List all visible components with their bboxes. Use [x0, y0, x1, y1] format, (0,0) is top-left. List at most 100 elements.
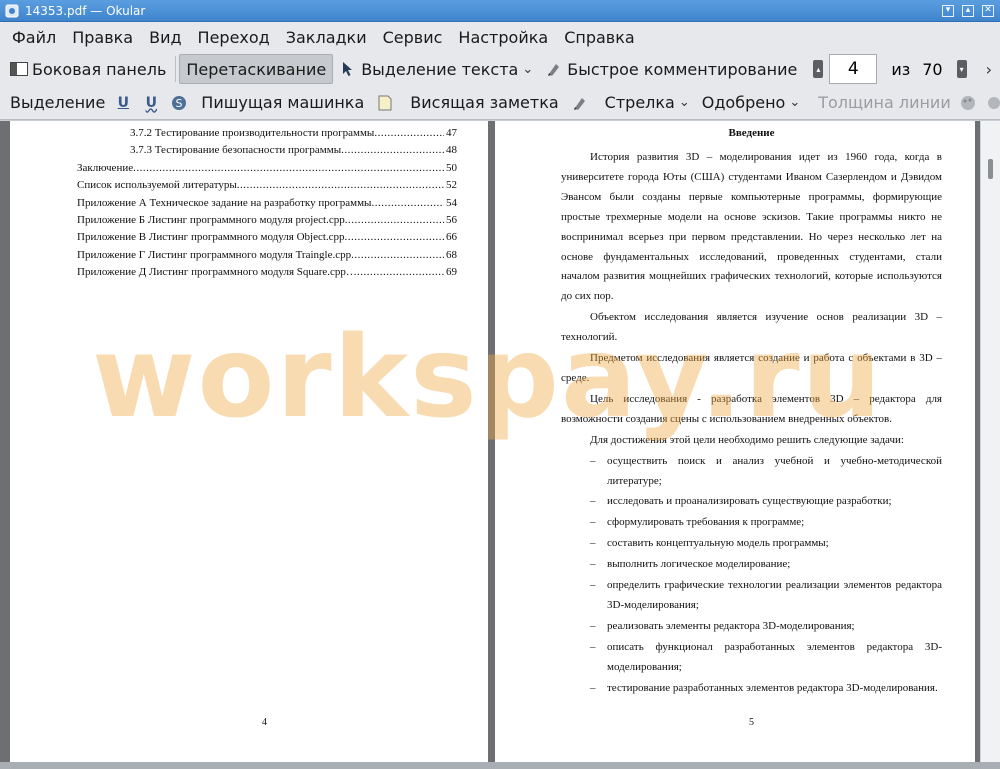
maximize-button[interactable]: ▴ — [962, 4, 974, 17]
task-list-item: – исследовать и проанализировать существу… — [561, 492, 942, 512]
task-list-item: – осуществить поиск и анализ учебной и уч… — [561, 452, 942, 492]
title-bar: 14353.pdf — Okular ▾ ▴ ✕ — [0, 0, 1000, 22]
menu-file[interactable]: Файл — [4, 24, 64, 51]
line-width-button[interactable]: Толщина линии — [812, 88, 957, 118]
toc-entry-title: Приложение Д Листинг программного модуля… — [77, 266, 357, 279]
task-list-item: – составить концептуальную модель програм… — [561, 534, 942, 554]
menu-go[interactable]: Переход — [190, 24, 278, 51]
color-button[interactable] — [957, 88, 983, 118]
list-dash: – — [590, 454, 596, 467]
sidebar-icon — [10, 60, 28, 78]
toc-entry-page: 50 — [446, 161, 457, 174]
task-text: определить графические технологии реализ… — [607, 579, 942, 611]
browse-tool-button[interactable]: Перетаскивание — [179, 54, 334, 84]
sidebar-label: Боковая панель — [32, 59, 167, 79]
list-dash: – — [590, 495, 596, 508]
line-width-label: Толщина линии — [818, 93, 951, 112]
toc-entry[interactable]: 3.7.2 Тестирование производительности пр… — [77, 125, 457, 142]
squiggle-tool-button[interactable]: U — [139, 88, 167, 118]
toolbar-overflow-icon[interactable]: › — [986, 60, 992, 79]
svg-text:S: S — [176, 97, 183, 110]
toc-entry-page: 48 — [446, 144, 457, 157]
menu-tools[interactable]: Сервис — [375, 24, 451, 51]
menu-settings[interactable]: Настройка — [450, 24, 556, 51]
close-button[interactable]: ✕ — [982, 4, 994, 17]
toc-entry[interactable]: Заключение 50 — [77, 160, 457, 177]
main-toolbar: Боковая панель Перетаскивание Выделение … — [0, 52, 1000, 86]
task-text: описать функционал разработанных элемент… — [607, 640, 942, 673]
quick-annotation-button[interactable]: Быстрое комментирование — [539, 54, 803, 84]
toc-entry[interactable]: Приложение Г Листинг программного модуля… — [77, 247, 457, 264]
quick-annotation-label: Быстрое комментирование — [567, 59, 798, 79]
stamp-tool-button[interactable]: Одобрено ⌄ — [696, 88, 806, 118]
paragraph: Цель исследования - разработка элементов… — [561, 392, 942, 425]
toc-entry-title: 3.7.2 Тестирование производительности пр… — [130, 127, 375, 139]
page-number: 5 — [749, 717, 754, 728]
toc-entry[interactable]: Приложение Б Листинг программного модуля… — [77, 212, 457, 229]
sidebar-button[interactable]: Боковая панель — [4, 54, 172, 84]
arrow-label: Стрелка — [604, 93, 675, 112]
popup-note-button[interactable]: Висящая заметка — [404, 88, 564, 118]
scrollbar-thumb[interactable] — [988, 159, 993, 179]
menu-view[interactable]: Вид — [141, 24, 189, 51]
task-list-item: – определить графические технологии реали… — [561, 576, 942, 616]
menu-help[interactable]: Справка — [556, 24, 643, 51]
chevron-down-icon[interactable]: ⌄ — [522, 62, 533, 77]
toc-entry-page: 52 — [446, 179, 457, 192]
pdf-page-4: 3.7.2 Тестирование производительности пр… — [10, 121, 488, 762]
menu-bookmarks[interactable]: Закладки — [278, 24, 375, 51]
toolbar-separator — [175, 56, 177, 82]
pen-icon — [571, 94, 589, 112]
toc-entry[interactable]: Приложение А Техническое задание на разр… — [77, 195, 457, 212]
note-icon — [376, 94, 394, 112]
toc-dot-leader — [351, 247, 444, 264]
minimize-button[interactable]: ▾ — [942, 4, 954, 17]
table-of-contents: 3.7.2 Тестирование производительности пр… — [77, 125, 457, 282]
next-page-icon[interactable]: ▾ — [956, 60, 967, 78]
task-text: реализовать элементы редактора 3D-модели… — [607, 619, 855, 632]
task-list-item: – реализовать элементы редактора 3D-модел… — [561, 617, 942, 637]
chevron-down-icon[interactable]: ⌄ — [679, 95, 690, 110]
task-list-item: – описать функционал разработанных элемен… — [561, 638, 942, 678]
toc-entry[interactable]: Список используемой литературы 52 — [77, 177, 457, 194]
toc-entry-title: Приложение В Листинг программного модуля… — [77, 231, 345, 244]
vertical-scrollbar[interactable] — [980, 121, 1000, 762]
annotation-toolbar: Выделение U U S Пишущая машинка Висящая … — [0, 86, 1000, 120]
task-text: осуществить поиск и анализ учебной и уче… — [607, 454, 942, 487]
underline-icon: U — [117, 94, 129, 111]
status-strip — [0, 762, 1000, 769]
menu-edit[interactable]: Правка — [64, 24, 141, 51]
toc-entry-title: 3.7.3 Тестирование безопасности программ… — [130, 144, 342, 157]
toc-entry-page: 47 — [446, 127, 457, 139]
list-dash: – — [590, 537, 596, 550]
inline-note-button[interactable] — [370, 88, 404, 118]
fill-color-button[interactable] — [983, 88, 1000, 118]
fill-icon — [985, 94, 1000, 112]
chevron-down-icon[interactable]: ⌄ — [789, 95, 800, 110]
page-number-input[interactable]: 4 — [829, 54, 878, 84]
task-text: выполнить логическое моделирование; — [607, 558, 791, 571]
text-selection-tool-button[interactable]: Выделение текста ⌄ — [333, 54, 539, 84]
introduction-section: Введение История развития 3D – моделиров… — [561, 125, 942, 699]
marker-icon — [545, 60, 563, 78]
typewriter-tool-button[interactable]: Пишущая машинка — [195, 88, 370, 118]
toc-entry[interactable]: Приложение Д Листинг программного модуля… — [77, 264, 457, 281]
previous-page-icon[interactable]: ▴ — [813, 60, 824, 78]
arrow-tool-button[interactable]: Стрелка ⌄ — [599, 88, 696, 118]
underline-tool-button[interactable]: U — [111, 88, 139, 118]
toc-entry[interactable]: Приложение В Листинг программного модуля… — [77, 229, 457, 246]
text-selection-label: Выделение текста — [361, 59, 519, 79]
toc-dot-leader — [345, 212, 444, 229]
toc-dot-leader — [357, 264, 444, 281]
section-heading: Введение — [728, 127, 775, 139]
page-number: 4 — [262, 717, 267, 728]
toc-entry[interactable]: 3.7.3 Тестирование безопасности программ… — [77, 142, 457, 159]
freehand-tool-button[interactable] — [565, 88, 599, 118]
paragraph: Для достижения этой цели необходимо реши… — [590, 433, 904, 446]
toc-entry-title: Приложение Б Листинг программного модуля… — [77, 214, 345, 227]
highlight-tool-button[interactable]: Выделение — [4, 88, 111, 118]
strikeout-tool-button[interactable]: S — [167, 88, 195, 118]
document-view[interactable]: 3.7.2 Тестирование производительности пр… — [0, 121, 1000, 762]
stamp-label: Одобрено — [701, 93, 786, 112]
squiggle-underline-icon: U — [145, 94, 157, 111]
